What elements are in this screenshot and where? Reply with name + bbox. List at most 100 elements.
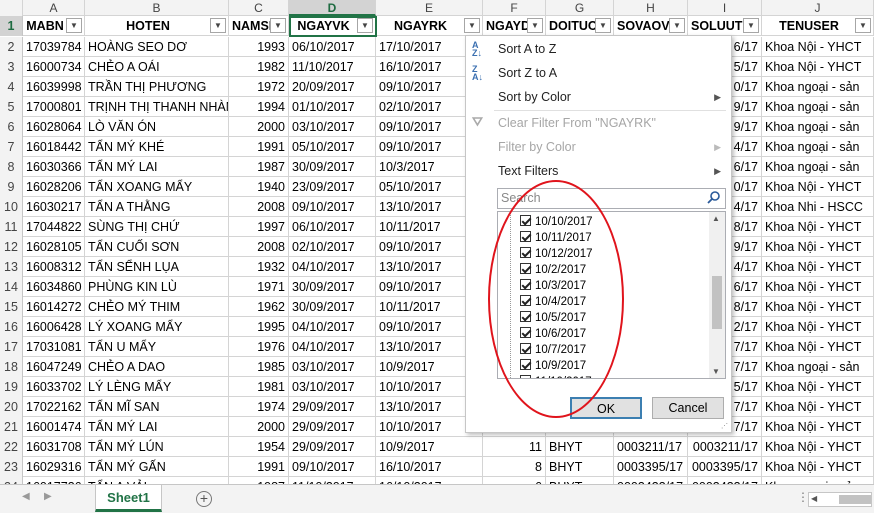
cell-j[interactable]: Khoa Nội - YHCT: [762, 377, 874, 397]
cell-c[interactable]: 1940: [229, 177, 289, 197]
row-number[interactable]: 15: [0, 297, 23, 317]
filter-dropdown-icon[interactable]: ▼: [210, 18, 226, 33]
cell-d[interactable]: 04/10/2017: [289, 317, 376, 337]
cell-c[interactable]: 1997: [229, 217, 289, 237]
cell-c[interactable]: 2008: [229, 237, 289, 257]
checkbox-checked-icon[interactable]: [520, 263, 531, 274]
column-letter-a[interactable]: A: [23, 0, 85, 16]
horizontal-scrollbar[interactable]: ◀: [808, 492, 872, 507]
filter-value-item[interactable]: 10/2/2017: [520, 262, 586, 278]
cell-b[interactable]: TẨN MÝ LAI: [85, 157, 229, 177]
cell-j[interactable]: Khoa Nội - YHCT: [762, 257, 874, 277]
checkbox-checked-icon[interactable]: [520, 231, 531, 242]
cell-j[interactable]: Khoa Nội - YHCT: [762, 437, 874, 457]
cell-a[interactable]: 17039784: [23, 37, 85, 57]
cell-j[interactable]: Khoa Nội - YHCT: [762, 417, 874, 437]
cell-i[interactable]: 0003433/17: [688, 477, 762, 484]
row-number[interactable]: 16: [0, 317, 23, 337]
checkbox-checked-icon[interactable]: [520, 295, 531, 306]
row-number[interactable]: 23: [0, 457, 23, 477]
cell-a[interactable]: 16047249: [23, 357, 85, 377]
cell-b[interactable]: CHẺO A OÁI: [85, 57, 229, 77]
scrollbar-thumb[interactable]: [839, 495, 871, 504]
cell-a[interactable]: 16028206: [23, 177, 85, 197]
cell-j[interactable]: Khoa Nội - YHCT: [762, 397, 874, 417]
cell-j[interactable]: Khoa Nội - YHCT: [762, 457, 874, 477]
clear-filter-item[interactable]: ⛛ Clear Filter From "NGAYRK": [466, 112, 731, 134]
cell-a[interactable]: 16033702: [23, 377, 85, 397]
checkbox-checked-icon[interactable]: [520, 311, 531, 322]
cell-a[interactable]: 16014272: [23, 297, 85, 317]
cell-b[interactable]: TẨN MÝ KHÉ: [85, 137, 229, 157]
row-number[interactable]: 3: [0, 57, 23, 77]
row-number[interactable]: 5: [0, 97, 23, 117]
checkbox-checked-icon[interactable]: [520, 375, 531, 378]
spreadsheet-grid[interactable]: ABCDEFGHIJ 1 MABN ▼ HOTEN ▼ NAMSI ▼ NGAYVK ▼ NGAY…: [0, 0, 874, 484]
cell-d[interactable]: 06/10/2017: [289, 37, 376, 57]
cell-b[interactable]: TẨN MÝ GẤN: [85, 457, 229, 477]
cell-e[interactable]: 16/10/2017: [376, 477, 483, 484]
cell-j[interactable]: Khoa ngoại - sản: [762, 97, 874, 117]
cell-f[interactable]: 6: [483, 477, 546, 484]
scroll-left-icon[interactable]: ◀: [811, 494, 817, 503]
cell-c[interactable]: 1993: [229, 37, 289, 57]
cell-c[interactable]: 2008: [229, 197, 289, 217]
cell-c[interactable]: 1987: [229, 477, 289, 484]
cell-g[interactable]: BHYT: [546, 457, 614, 477]
sheet-tab-sheet1[interactable]: Sheet1: [95, 485, 162, 512]
filter-value-item[interactable]: 10/6/2017: [520, 326, 586, 342]
filter-value-item[interactable]: 10/3/2017: [520, 278, 586, 294]
cell-a[interactable]: 16001474: [23, 417, 85, 437]
filter-value-item[interactable]: 10/4/2017: [520, 294, 586, 310]
cell-d[interactable]: 04/10/2017: [289, 257, 376, 277]
resize-grip-icon[interactable]: ⋰: [721, 422, 729, 430]
cell-f[interactable]: 8: [483, 457, 546, 477]
cell-j[interactable]: Khoa ngoại - sản: [762, 477, 874, 484]
filter-dropdown-icon[interactable]: ▼: [743, 18, 759, 33]
scroll-up-icon[interactable]: ▲: [712, 214, 720, 223]
cell-b[interactable]: CHẺO A DAO: [85, 357, 229, 377]
cell-h[interactable]: 0003433/17: [614, 477, 688, 484]
row-number[interactable]: 4: [0, 77, 23, 97]
cell-j[interactable]: Khoa ngoại - sản: [762, 137, 874, 157]
cell-c[interactable]: 2000: [229, 117, 289, 137]
column-letter-c[interactable]: C: [229, 0, 289, 16]
cell-j[interactable]: Khoa Nội - YHCT: [762, 237, 874, 257]
filter-dropdown-icon[interactable]: ▼: [527, 18, 543, 33]
cell-a[interactable]: 16028105: [23, 237, 85, 257]
cell-d[interactable]: 30/09/2017: [289, 157, 376, 177]
add-sheet-icon[interactable]: +: [196, 491, 212, 507]
cell-a[interactable]: 16034860: [23, 277, 85, 297]
row-number[interactable]: 1: [0, 16, 23, 36]
filter-dropdown-icon[interactable]: ▼: [270, 18, 286, 33]
filter-values-list[interactable]: ▲ ▼ 10/10/2017 10/11/2017 10/12/2017 10/2/2…: [497, 211, 726, 379]
column-letter-f[interactable]: F: [483, 0, 546, 16]
cell-b[interactable]: TẨN MĨ SAN: [85, 397, 229, 417]
cell-j[interactable]: Khoa ngoại - sản: [762, 117, 874, 137]
cell-b[interactable]: TẨN U MẨY: [85, 337, 229, 357]
row-number[interactable]: 8: [0, 157, 23, 177]
cell-i[interactable]: 0003211/17: [688, 437, 762, 457]
row-number[interactable]: 2: [0, 37, 23, 57]
row-number[interactable]: 12: [0, 237, 23, 257]
sort-z-to-a-item[interactable]: Z A↓ Sort Z to A: [466, 62, 731, 84]
cell-d[interactable]: 11/10/2017: [289, 57, 376, 77]
checkbox-checked-icon[interactable]: [520, 359, 531, 370]
cell-a[interactable]: 16018442: [23, 137, 85, 157]
cell-c[interactable]: 1981: [229, 377, 289, 397]
filter-value-item[interactable]: 10/5/2017: [520, 310, 586, 326]
cell-c[interactable]: 1954: [229, 437, 289, 457]
cell-b[interactable]: CHẺO MÝ THIM: [85, 297, 229, 317]
column-letter-e[interactable]: E: [376, 0, 483, 16]
cell-d[interactable]: 03/10/2017: [289, 357, 376, 377]
ok-button[interactable]: OK: [570, 397, 642, 419]
checkbox-checked-icon[interactable]: [520, 215, 531, 226]
select-all-corner[interactable]: [0, 0, 23, 16]
cell-c[interactable]: 1991: [229, 137, 289, 157]
cell-d[interactable]: 29/09/2017: [289, 397, 376, 417]
cell-b[interactable]: TẨN MÝ LAI: [85, 417, 229, 437]
row-number[interactable]: 21: [0, 417, 23, 437]
row-number[interactable]: 22: [0, 437, 23, 457]
row-number[interactable]: 10: [0, 197, 23, 217]
filter-value-item[interactable]: 10/9/2017: [520, 358, 586, 374]
